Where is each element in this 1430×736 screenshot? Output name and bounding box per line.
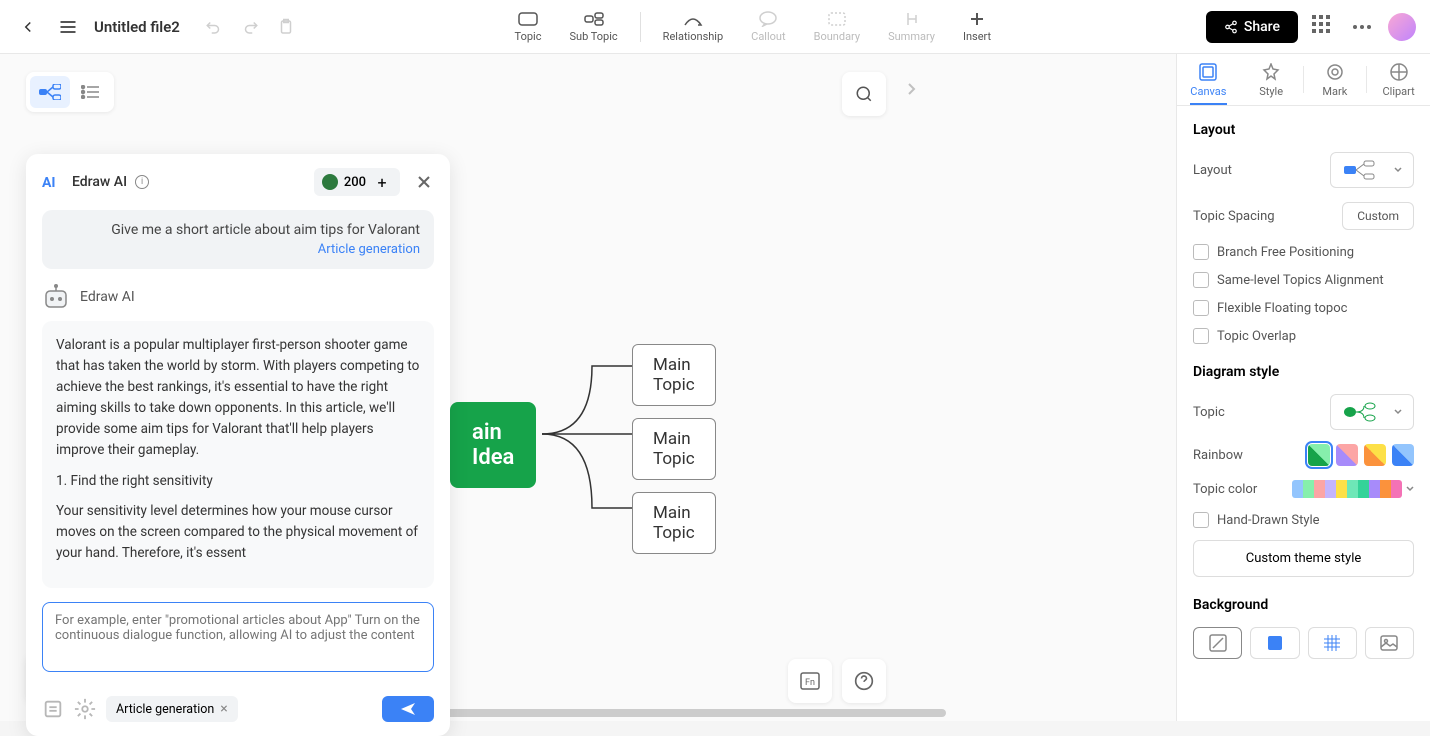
search-icon	[855, 85, 873, 103]
layout-section-title: Layout	[1193, 122, 1414, 138]
child-node-3[interactable]: Main Topic	[632, 492, 716, 554]
summary-icon	[900, 10, 924, 28]
redo-button[interactable]	[236, 13, 264, 41]
clipart-tab-icon	[1388, 61, 1410, 83]
ai-logo-icon: AI	[42, 171, 64, 193]
ai-prompt-input[interactable]	[42, 602, 434, 672]
share-button[interactable]: Share	[1206, 11, 1298, 43]
search-button[interactable]	[842, 72, 886, 116]
info-icon[interactable]: i	[135, 175, 149, 189]
svg-text:AI: AI	[42, 175, 56, 191]
chip-close-button[interactable]: ×	[220, 701, 227, 717]
tool-callout[interactable]: Callout	[745, 6, 791, 47]
bot-name: Edraw AI	[80, 289, 135, 305]
token-dot-icon	[322, 174, 338, 190]
tool-topic[interactable]: Topic	[509, 6, 548, 47]
ai-panel-title: Edraw AI	[72, 174, 127, 190]
rainbow-swatch-1[interactable]	[1308, 444, 1330, 466]
tool-insert[interactable]: Insert	[957, 6, 997, 47]
add-tokens-button[interactable]: +	[372, 172, 392, 192]
top-toolbar: Untitled file2 Topic Sub Topic Relations…	[0, 0, 1430, 54]
mark-tab-icon	[1324, 61, 1346, 83]
rainbow-swatch-3[interactable]	[1364, 444, 1386, 466]
user-message: Give me a short article about aim tips f…	[42, 210, 434, 269]
checkbox-flexible[interactable]	[1193, 300, 1209, 316]
callout-icon	[756, 10, 780, 28]
clipboard-button[interactable]	[272, 13, 300, 41]
boundary-icon	[825, 10, 849, 28]
relationship-icon	[681, 10, 705, 28]
center-node[interactable]: ain Idea	[450, 402, 536, 488]
help-button[interactable]	[842, 659, 886, 703]
checkbox-hand-drawn[interactable]	[1193, 512, 1209, 528]
tab-style[interactable]: Style	[1240, 54, 1303, 105]
close-ai-panel-button[interactable]	[414, 172, 434, 192]
checkbox-same-level[interactable]	[1193, 272, 1209, 288]
checkbox-branch-free[interactable]	[1193, 244, 1209, 260]
bg-none[interactable]	[1193, 627, 1242, 659]
canvas-area[interactable]: ain Idea Main Topic Main Topic Main Topi…	[0, 54, 1176, 721]
sub-topic-icon	[582, 10, 606, 28]
apps-button[interactable]	[1312, 15, 1336, 39]
tab-canvas[interactable]: Canvas	[1177, 54, 1240, 105]
background-section-title: Background	[1193, 597, 1414, 613]
user-avatar[interactable]	[1388, 13, 1416, 41]
attachment-icon[interactable]	[42, 698, 64, 720]
rainbow-swatch-4[interactable]	[1392, 444, 1414, 466]
mindmap-view-button[interactable]	[30, 76, 70, 108]
diagram-section-title: Diagram style	[1193, 364, 1414, 380]
collapse-panel-button[interactable]	[906, 82, 916, 96]
bg-solid[interactable]	[1250, 627, 1299, 659]
bg-image[interactable]	[1365, 627, 1414, 659]
topic-icon	[516, 10, 540, 28]
bot-icon	[42, 283, 70, 311]
connectors	[542, 358, 642, 518]
svg-text:Fn: Fn	[805, 678, 815, 688]
tab-clipart[interactable]: Clipart	[1367, 54, 1430, 105]
menu-button[interactable]	[54, 13, 82, 41]
file-title[interactable]: Untitled file2	[94, 18, 180, 36]
tool-boundary[interactable]: Boundary	[808, 6, 866, 47]
back-button[interactable]	[14, 13, 42, 41]
child-node-1[interactable]: Main Topic	[632, 344, 716, 406]
settings-icon[interactable]	[74, 698, 96, 720]
outline-view-button[interactable]	[70, 76, 110, 108]
send-button[interactable]	[382, 696, 434, 722]
tab-mark[interactable]: Mark	[1304, 54, 1367, 105]
properties-panel: Canvas Style Mark Clipart Layout Layout	[1176, 54, 1430, 721]
undo-button[interactable]	[200, 13, 228, 41]
token-counter[interactable]: 200 +	[314, 168, 400, 196]
layout-selector[interactable]	[1330, 152, 1414, 188]
plus-icon	[965, 10, 989, 28]
topic-style-selector[interactable]	[1330, 394, 1414, 430]
custom-spacing-button[interactable]: Custom	[1342, 202, 1414, 230]
chevron-down-icon	[1394, 167, 1402, 173]
child-node-2[interactable]: Main Topic	[632, 418, 716, 480]
bot-response: Valorant is a popular multiplayer first-…	[42, 321, 434, 588]
view-mode-switcher	[26, 72, 114, 112]
canvas-tab-icon	[1197, 61, 1219, 83]
bg-pattern[interactable]	[1308, 627, 1357, 659]
checkbox-overlap[interactable]	[1193, 328, 1209, 344]
rainbow-swatch-2[interactable]	[1336, 444, 1358, 466]
ai-panel: AI Edraw AI i 200 + Give me a short arti…	[26, 154, 450, 736]
function-button[interactable]: Fn	[788, 659, 832, 703]
tool-summary[interactable]: Summary	[882, 6, 941, 47]
share-icon	[1224, 20, 1238, 34]
tool-relationship[interactable]: Relationship	[657, 6, 729, 47]
custom-theme-button[interactable]: Custom theme style	[1193, 540, 1414, 577]
message-tag: Article generation	[56, 242, 420, 257]
more-button[interactable]	[1350, 15, 1374, 39]
tool-sub-topic[interactable]: Sub Topic	[563, 6, 623, 47]
generation-chip: Article generation ×	[106, 696, 238, 722]
style-tab-icon	[1260, 61, 1282, 83]
topic-color-selector[interactable]	[1292, 480, 1402, 498]
